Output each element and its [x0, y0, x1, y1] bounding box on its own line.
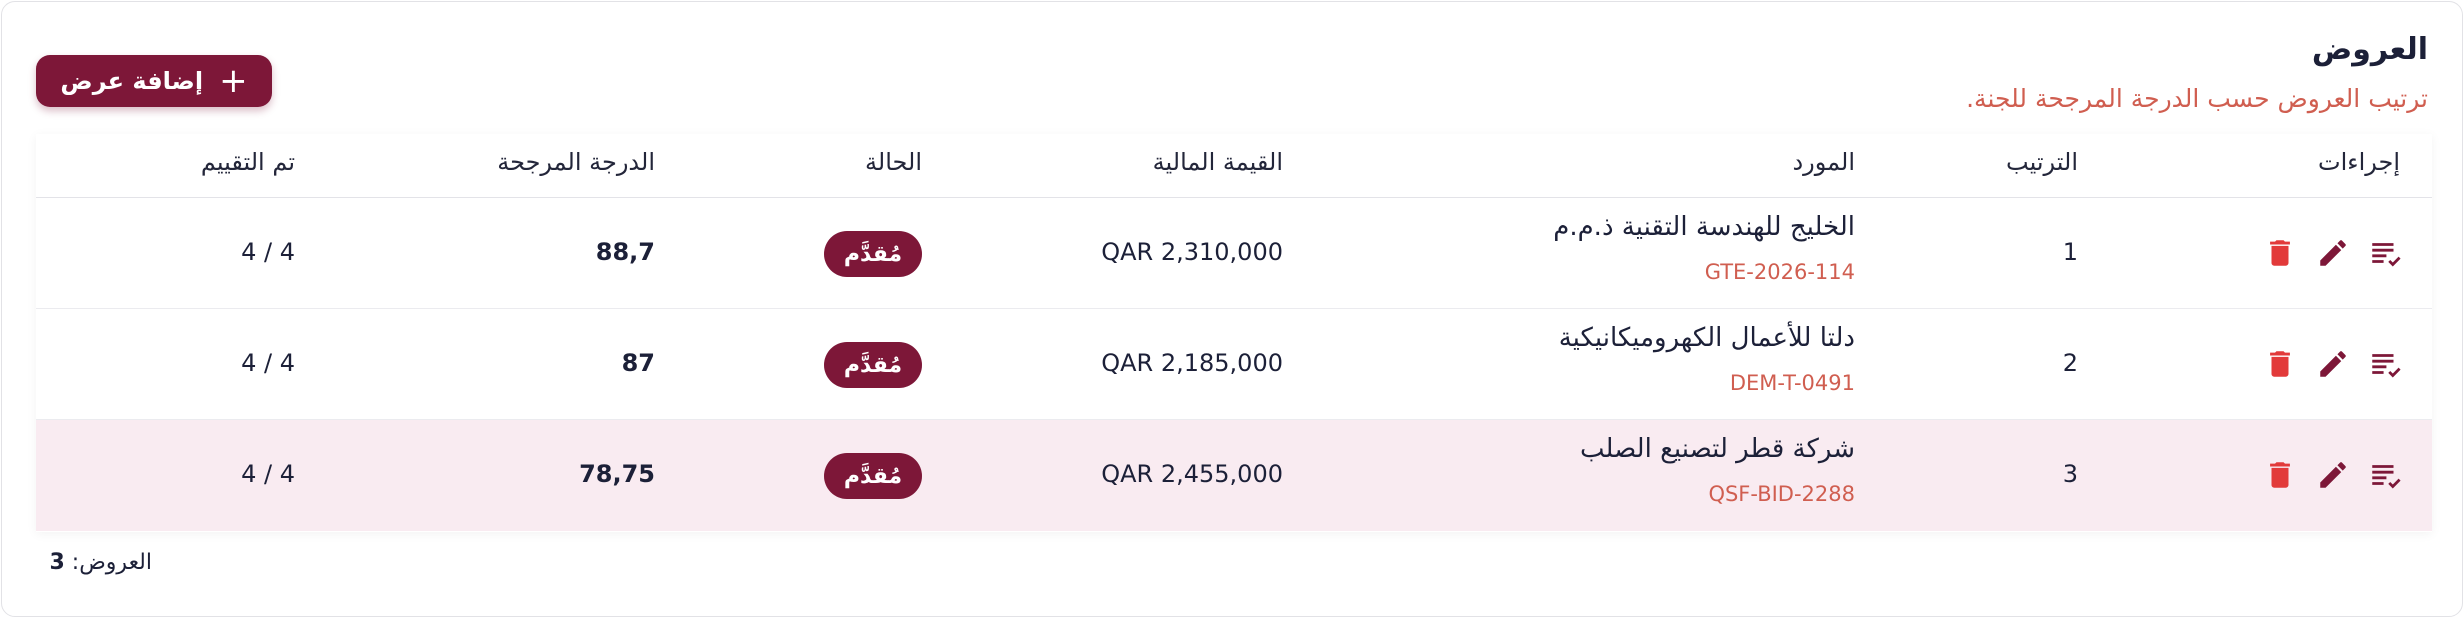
offers-count: العروض: 3: [49, 550, 152, 575]
plus-icon: +: [219, 61, 248, 101]
trash-icon[interactable]: [2263, 347, 2297, 381]
financial-value: QAR 2,310,000: [1101, 238, 1283, 266]
supplier-name: الخليج للهندسة التقنية ذ.م.م: [1553, 212, 1855, 242]
col-weighted-score: الدرجة المرجحة: [497, 148, 655, 176]
checklist-icon[interactable]: [2368, 458, 2402, 492]
status-badge: مُقدَّم: [824, 342, 922, 388]
weighted-score: 88,7: [595, 238, 655, 266]
page-title: العروض: [2311, 32, 2428, 67]
rank-value: 3: [2062, 460, 2078, 488]
rank-value: 1: [2062, 238, 2078, 266]
col-financial-value: القيمة المالية: [1152, 148, 1283, 176]
col-status: الحالة: [865, 148, 922, 176]
page-subtitle: ترتيب العروض حسب الدرجة المرجحة للجنة.: [1966, 84, 2428, 113]
supplier-name: شركة قطر لتصنيع الصلب: [1579, 434, 1855, 464]
evaluated-count: 4 / 4: [241, 460, 295, 488]
status-badge: مُقدَّم: [824, 231, 922, 277]
supplier-name: دلتا للأعمال الكهروميكانيكية: [1558, 323, 1855, 353]
financial-value: QAR 2,185,000: [1101, 349, 1283, 377]
supplier-code: DEM-T-0491: [1729, 371, 1855, 395]
offers-card: العروض ترتيب العروض حسب الدرجة المرجحة ل…: [1, 1, 2463, 617]
col-actions: إجراءات: [2318, 148, 2400, 176]
col-supplier: المورد: [1792, 148, 1855, 176]
table-row[interactable]: 1 الخليج للهندسة التقنية ذ.م.م GTE-2026-…: [36, 198, 2432, 309]
offers-table: إجراءات الترتيب المورد القيمة المالية ال…: [36, 134, 2432, 532]
evaluated-count: 4 / 4: [241, 349, 295, 377]
table-header: إجراءات الترتيب المورد القيمة المالية ال…: [36, 134, 2432, 198]
table-row[interactable]: 3 شركة قطر لتصنيع الصلب QSF-BID-2288 QAR…: [36, 420, 2432, 531]
trash-icon[interactable]: [2263, 236, 2297, 270]
add-offer-label: إضافة عرض: [60, 67, 204, 95]
col-evaluated: تم التقييم: [200, 148, 295, 176]
add-offer-button[interactable]: + إضافة عرض: [36, 55, 272, 107]
weighted-score: 78,75: [579, 460, 655, 488]
checklist-icon[interactable]: [2368, 236, 2402, 270]
checklist-icon[interactable]: [2368, 347, 2402, 381]
rank-value: 2: [2062, 349, 2078, 377]
table-row[interactable]: 2 دلتا للأعمال الكهروميكانيكية DEM-T-049…: [36, 309, 2432, 420]
weighted-score: 87: [621, 349, 655, 377]
pencil-icon[interactable]: [2316, 236, 2350, 270]
financial-value: QAR 2,455,000: [1101, 460, 1283, 488]
supplier-code: GTE-2026-114: [1704, 260, 1855, 284]
col-rank: الترتيب: [2006, 148, 2078, 176]
status-badge: مُقدَّم: [824, 453, 922, 499]
trash-icon[interactable]: [2263, 458, 2297, 492]
offers-count-label: العروض:: [71, 550, 152, 575]
offers-count-value: 3: [49, 550, 65, 575]
supplier-code: QSF-BID-2288: [1708, 482, 1855, 506]
pencil-icon[interactable]: [2316, 347, 2350, 381]
pencil-icon[interactable]: [2316, 458, 2350, 492]
evaluated-count: 4 / 4: [241, 238, 295, 266]
